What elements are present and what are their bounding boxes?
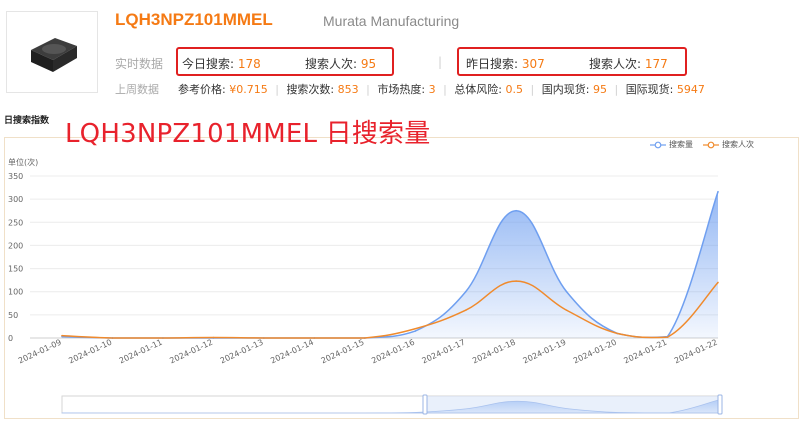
x-tick-label: 2024-01-13 [219,338,265,366]
series-search-point [717,190,719,193]
series-people-point [111,337,114,339]
y-tick-label: 300 [8,195,23,204]
y-tick-label: 0 [8,334,13,343]
series-people-point [414,327,417,330]
y-tick-label: 200 [8,241,23,250]
zoom-handle-left[interactable] [422,394,428,415]
series-people-line [61,280,719,339]
series-people-point [363,337,366,339]
series-people-point [616,332,618,335]
series-people-point [313,337,316,339]
x-tick-label: 2024-01-19 [522,338,568,366]
series-search-point [515,209,517,212]
series-people-point [464,309,467,312]
x-tick-label: 2024-01-17 [421,338,467,366]
x-tick-label: 2024-01-10 [67,338,113,366]
series-people-point [565,309,568,312]
series-people-point [263,337,265,339]
series-search-area [62,191,718,338]
y-unit-label: 单位(次) [8,157,38,167]
zoom-handle-right[interactable] [717,394,723,415]
y-tick-label: 250 [8,218,23,227]
x-tick-label: 2024-01-22 [673,338,719,366]
series-search-line [61,191,719,339]
series-search-point [414,330,417,332]
y-tick-label: 50 [8,311,18,320]
x-tick-label: 2024-01-12 [168,338,214,366]
y-tick-label: 350 [8,172,23,181]
x-tick-label: 2024-01-20 [572,338,618,366]
y-tick-label: 100 [8,288,23,297]
series-people-point [61,334,63,337]
series-people-point [515,280,517,282]
series-search-point [464,290,467,293]
x-tick-label: 2024-01-11 [118,338,164,366]
series-people-point [162,337,164,339]
series-search-point [565,290,568,293]
series-people-point [212,336,215,339]
daily-search-chart: 单位(次)0501001502002503003502024-01-09 2024… [8,157,723,415]
x-tick-label: 2024-01-09 [17,338,63,366]
series-people-point [666,336,669,338]
x-tick-label: 2024-01-16 [370,338,416,366]
y-tick-label: 150 [8,265,23,274]
x-tick-label: 2024-01-18 [471,338,517,366]
x-tick-label: 2024-01-14 [269,338,315,366]
series-people-point [717,281,719,284]
x-tick-label: 2024-01-21 [622,338,668,366]
x-tick-label: 2024-01-15 [320,338,366,366]
